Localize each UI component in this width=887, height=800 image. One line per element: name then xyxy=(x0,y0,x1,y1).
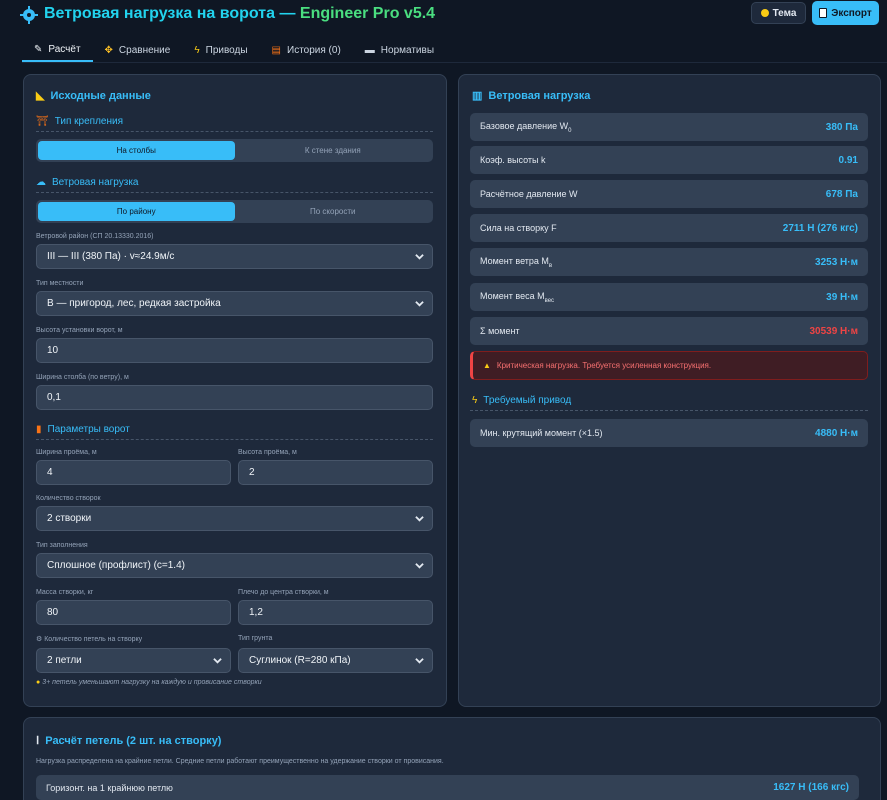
hinges-label: ⚙ Количество петель на створку xyxy=(36,636,143,643)
mass-label: Масса створки, кг xyxy=(36,589,94,596)
mount-type-toggle: На столбы К стене здания xyxy=(36,139,433,162)
result-row-total: Σ момент 30539 Н·м xyxy=(470,317,868,345)
tab-compare[interactable]: ✥ Сравнение xyxy=(93,38,183,62)
hinges-select[interactable]: 2 петли xyxy=(36,648,231,673)
wind-mode-toggle: По району По скорости xyxy=(36,200,433,223)
wind-results-title: ▥ Ветровая нагрузка xyxy=(472,89,591,103)
pencil-icon: ✎ xyxy=(34,43,43,55)
ruler-icon: ◣ xyxy=(36,90,45,102)
tab-history[interactable]: ▤ История (0) xyxy=(260,38,353,62)
leaves-label: Количество створок xyxy=(36,495,101,502)
app-version: Engineer Pro v5.4 xyxy=(299,5,436,22)
chevron-down-icon xyxy=(415,658,424,664)
wind-icon: ☁ xyxy=(36,177,46,188)
chevron-down-icon xyxy=(415,516,424,522)
post-width-label: Ширина столба (по ветру), м xyxy=(36,374,129,381)
leaves-select[interactable]: 2 створки xyxy=(36,506,433,531)
hinges-hint: ● 3+ петель уменьшают нагрузку на каждую… xyxy=(36,679,262,686)
sun-icon xyxy=(760,9,769,17)
result-row: Коэф. высоты k 0.91 xyxy=(470,146,868,174)
terrain-select[interactable]: B — пригород, лес, редкая застройка xyxy=(36,291,433,316)
tab-bar: ✎ Расчёт ✥ Сравнение ϟ Приводы ▤ История (0)… xyxy=(22,38,887,63)
lightning-icon: ϟ xyxy=(472,395,478,406)
height-label: Высота установки ворот, м xyxy=(36,327,123,334)
document-icon xyxy=(819,8,828,18)
hinges-panel-title: Ⅰ Расчёт петель (2 шт. на створку) xyxy=(36,734,222,748)
divider xyxy=(470,410,868,411)
soil-label: Тип грунта xyxy=(238,635,273,642)
mass-input[interactable]: 80 xyxy=(36,600,231,625)
document-icon: ▬ xyxy=(364,44,375,56)
soil-select[interactable]: Суглинок (R=280 кПа) xyxy=(238,648,433,673)
warning-icon: ▲ xyxy=(483,361,491,370)
hinges-note: Нагрузка распределена на крайние петли. … xyxy=(36,758,444,765)
lightning-icon: ϟ xyxy=(194,44,200,56)
mount-option-wall[interactable]: К стене здания xyxy=(235,141,432,160)
books-icon: ▤ xyxy=(271,44,281,56)
result-row: Момент веса Mвес 39 Н·м xyxy=(470,283,868,311)
critical-warning: ▲ Критическая нагрузка. Требуется усиленн… xyxy=(470,351,868,380)
app-header: Ветровая нагрузка на ворота — Engineer P… xyxy=(0,0,887,32)
opening-height-input[interactable]: 2 xyxy=(238,460,433,485)
wind-section-title: ☁ Ветровая нагрузка xyxy=(36,177,139,188)
mount-option-posts[interactable]: На столбы xyxy=(38,141,235,160)
pillar-icon: ⛩ xyxy=(36,116,49,127)
mount-section-title: ⛩ Тип крепления xyxy=(36,116,123,127)
divider xyxy=(36,192,433,193)
app-title: Ветровая нагрузка на ворота — Engineer P… xyxy=(44,5,436,22)
result-row: Расчётное давление W 678 Па xyxy=(470,180,868,208)
tab-drives[interactable]: ϟ Приводы xyxy=(182,38,259,62)
divider xyxy=(36,131,433,132)
opening-width-input[interactable]: 4 xyxy=(36,460,231,485)
wind-region-select[interactable]: III — III (380 Па) · v≈24.9м/с xyxy=(36,244,433,269)
gate-section-title: ▮ Параметры ворот xyxy=(36,424,130,435)
result-row: Момент ветра Mв 3253 Н·м xyxy=(470,248,868,276)
result-row: Базовое давление W0 380 Па xyxy=(470,113,868,141)
hinge-load-row: Горизонт. на 1 крайнюю петлю 1627 Н (166 … xyxy=(36,775,859,800)
height-input[interactable]: 10 xyxy=(36,338,433,363)
door-icon: ▮ xyxy=(36,424,42,435)
export-button[interactable]: Экспорт xyxy=(812,1,879,25)
fill-select[interactable]: Сплошное (профлист) (c=1.4) xyxy=(36,553,433,578)
chevron-down-icon xyxy=(415,563,424,569)
tab-norms[interactable]: ▬ Нормативы xyxy=(353,38,446,62)
chevron-down-icon xyxy=(415,254,424,260)
region-label: Ветровой район (СП 20.13330.2016) xyxy=(36,233,154,240)
gear-icon xyxy=(20,6,38,24)
lightbulb-icon: ● xyxy=(36,679,41,686)
drive-row: Мин. крутящий момент (×1.5) 4880 Н·м xyxy=(470,419,868,447)
hinge-icon: Ⅰ xyxy=(36,735,40,747)
drive-section-title: ϟ Требуемый привод xyxy=(472,395,572,406)
input-panel-title: ◣ Исходные данные xyxy=(36,89,151,103)
opening-height-label: Высота проёма, м xyxy=(238,449,297,456)
tab-calc[interactable]: ✎ Расчёт xyxy=(22,38,93,62)
divider xyxy=(36,439,433,440)
opening-width-label: Ширина проёма, м xyxy=(36,449,97,456)
compare-icon: ✥ xyxy=(104,44,113,56)
wind-option-speed[interactable]: По скорости xyxy=(235,202,432,221)
chevron-down-icon xyxy=(415,301,424,307)
terrain-label: Тип местности xyxy=(36,280,84,287)
post-width-input[interactable]: 0,1 xyxy=(36,385,433,410)
theme-button[interactable]: Тема xyxy=(751,2,806,24)
fill-label: Тип заполнения xyxy=(36,542,88,549)
result-row: Сила на створку F 2711 Н (276 кгс) xyxy=(470,214,868,242)
wind-option-region[interactable]: По району xyxy=(38,202,235,221)
chart-icon: ▥ xyxy=(472,90,483,102)
arm-input[interactable]: 1,2 xyxy=(238,600,433,625)
gear-icon: ⚙ xyxy=(36,636,45,643)
chevron-down-icon xyxy=(213,658,222,664)
arm-label: Плечо до центра створки, м xyxy=(238,589,329,596)
